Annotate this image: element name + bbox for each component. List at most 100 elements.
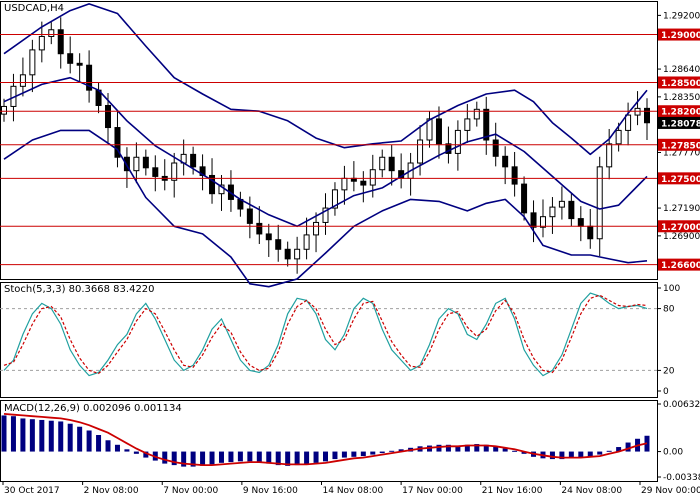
candle-body: [67, 53, 74, 64]
candle-body: [29, 49, 36, 76]
candle-body: [313, 221, 320, 236]
macd-histogram-bar: [209, 451, 215, 465]
current-price-label: 1.28078: [661, 119, 700, 129]
price-y-tick-label: 1.28640: [663, 65, 700, 75]
stoch-y-tick-label: 0: [663, 387, 669, 397]
level-label: 1.28200: [661, 108, 700, 118]
macd-title: MACD(12,26,9) 0.002096 0.001134: [4, 403, 182, 414]
macd-histogram-bar: [200, 451, 206, 466]
macd-histogram-bar: [48, 420, 54, 452]
macd-histogram-bar: [114, 444, 120, 452]
candle-body: [464, 118, 471, 131]
macd-histogram-bar: [10, 416, 16, 452]
price-panel-frame: [0, 1, 658, 280]
candle-body: [341, 177, 348, 191]
macd-histogram-bar: [256, 451, 262, 463]
candle-body: [256, 222, 263, 235]
macd-histogram-bar: [77, 426, 83, 452]
macd-histogram-bar: [304, 451, 310, 465]
candle-body: [454, 129, 461, 154]
stoch-signal-line: [3, 294, 648, 375]
macd-histogram-bar: [597, 451, 603, 455]
candle-body: [379, 156, 386, 171]
candle-body: [577, 218, 584, 227]
candle-body: [294, 248, 301, 260]
x-tick-label: 29 Nov 00:00: [641, 486, 700, 496]
bollinger-upper-line: [3, 3, 648, 156]
candle-body: [502, 155, 509, 168]
level-label: 1.26600: [661, 261, 700, 271]
candle-body: [76, 62, 83, 66]
candle-body: [105, 104, 112, 129]
x-tick-label: 9 Nov 16:00: [243, 486, 298, 496]
candle-body: [549, 206, 556, 218]
candle-body: [57, 29, 64, 55]
macd-histogram-bar: [29, 419, 35, 452]
level-label: 1.27850: [661, 141, 700, 151]
x-tick-label: 30 Oct 2017: [4, 486, 60, 496]
candle-body: [152, 167, 159, 177]
macd-y-tick-label: 0.00: [663, 448, 683, 458]
candle-body: [587, 225, 594, 240]
macd-histogram-bar: [133, 451, 139, 454]
macd-histogram-bar: [294, 451, 300, 466]
candle-body: [275, 239, 282, 250]
candle-body: [558, 200, 565, 208]
macd-histogram-bar: [218, 451, 224, 463]
stoch-main-line: [3, 292, 648, 377]
candle-body: [530, 212, 537, 228]
candle-body: [360, 180, 367, 186]
candle-body: [615, 129, 622, 145]
macd-histogram-bar: [39, 419, 45, 452]
macd-histogram-bar: [124, 449, 130, 452]
candle-body: [417, 139, 424, 164]
candle-body: [38, 35, 45, 51]
stoch-y-tick-label: 20: [663, 366, 675, 376]
macd-histogram-bar: [313, 451, 319, 463]
macd-histogram-bar: [389, 450, 395, 452]
macd-histogram-bar: [332, 451, 338, 460]
macd-y-tick-label: 0.006321: [663, 400, 700, 410]
candle-body: [521, 183, 528, 214]
stoch-title: Stoch(5,3,3) 80.3668 83.4220: [4, 284, 155, 295]
macd-histogram-bar: [247, 451, 253, 462]
stoch-y-tick-label: 100: [663, 284, 680, 294]
candle-body: [511, 166, 518, 185]
macd-histogram-bar: [20, 418, 26, 452]
macd-histogram-bar: [237, 451, 243, 462]
macd-histogram-bar: [341, 451, 347, 458]
x-tick-label: 21 Nov 16:00: [482, 486, 543, 496]
candle-body: [265, 233, 272, 241]
chart-canvas: 1.292001.286401.283501.277701.271901.269…: [0, 1, 700, 496]
candle-body: [1, 105, 7, 115]
macd-histogram-bar: [228, 451, 234, 463]
price-y-tick-label: 1.27190: [663, 204, 700, 214]
candle-body: [48, 29, 55, 37]
candle-body: [625, 114, 632, 131]
level-label: 1.29000: [661, 31, 700, 41]
macd-histogram-bar: [162, 451, 168, 464]
macd-histogram-bar: [549, 451, 555, 460]
x-tick-label: 14 Nov 08:00: [323, 486, 384, 496]
price-y-tick-label: 1.29200: [663, 11, 700, 21]
candle-body: [644, 107, 650, 124]
candle-body: [388, 156, 395, 172]
macd-histogram-bar: [86, 430, 92, 452]
candle-body: [483, 108, 490, 141]
macd-histogram-bar: [625, 442, 631, 452]
macd-histogram-bar: [96, 435, 102, 452]
macd-histogram-bar: [360, 451, 366, 457]
stoch-y-tick-label: 80: [663, 305, 675, 315]
candle-body: [190, 153, 197, 168]
candle-body: [133, 156, 140, 172]
price-y-tick-label: 1.26900: [663, 232, 700, 242]
x-tick-label: 17 Nov 00:00: [402, 486, 463, 496]
macd-histogram-bar: [370, 451, 376, 455]
symbol-title: USDCAD,H4: [4, 3, 64, 14]
macd-histogram-bar: [512, 450, 518, 452]
candle-body: [142, 156, 149, 169]
candle-body: [596, 166, 603, 240]
level-label: 1.27000: [661, 223, 700, 233]
macd-histogram-bar: [606, 450, 612, 452]
macd-histogram-bar: [105, 440, 111, 452]
